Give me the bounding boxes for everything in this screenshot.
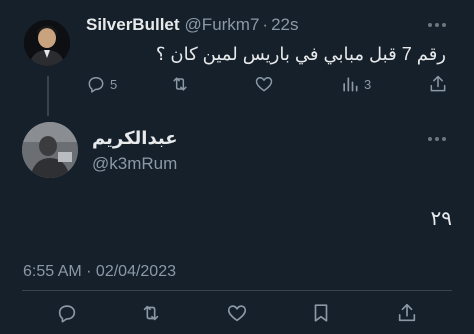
- tweet-text: رقم 7 قبل مبابي في باريس لمين كان ؟: [155, 44, 446, 64]
- views-button[interactable]: 3: [340, 74, 371, 94]
- thread-connector: [47, 76, 49, 116]
- views-count: 3: [364, 76, 372, 92]
- tweet-time[interactable]: 22s: [271, 15, 298, 35]
- like-icon: [255, 77, 273, 92]
- bookmark-button[interactable]: [310, 302, 332, 324]
- reply-text: ٢٩: [430, 208, 452, 230]
- views-icon: [343, 77, 358, 92]
- author-handle[interactable]: @Furkm7: [185, 15, 260, 35]
- share-button[interactable]: [396, 302, 418, 324]
- share-icon: [398, 303, 416, 322]
- tweet-header: SilverBullet @Furkm7 · 22s: [86, 14, 299, 36]
- separator-dot: ·: [262, 15, 269, 34]
- author-display-name[interactable]: SilverBullet: [86, 15, 180, 35]
- share-icon: [430, 75, 446, 92]
- reply-button[interactable]: 5: [86, 74, 117, 94]
- reply-icon: [58, 305, 76, 323]
- like-button[interactable]: [254, 74, 274, 94]
- reply-count: 5: [110, 76, 118, 92]
- reply-author-handle[interactable]: @k3mRum: [92, 154, 177, 174]
- reply-author-display-name[interactable]: عبدالكريم: [92, 128, 178, 149]
- retweet-button[interactable]: [170, 74, 190, 94]
- reply-timestamp[interactable]: 6:55 AM · 02/04/2023: [23, 263, 176, 281]
- divider: [22, 290, 452, 291]
- share-button[interactable]: [428, 74, 448, 94]
- bookmark-icon: [314, 304, 328, 322]
- like-button[interactable]: [226, 302, 248, 324]
- retweet-icon: [143, 305, 159, 321]
- retweet-icon: [173, 77, 187, 91]
- author-avatar[interactable]: [24, 20, 70, 66]
- reply-icon: [88, 77, 104, 93]
- retweet-button[interactable]: [140, 302, 162, 324]
- reply-button[interactable]: [56, 302, 78, 324]
- more-icon[interactable]: [426, 132, 448, 146]
- like-icon: [227, 305, 247, 322]
- more-icon[interactable]: [426, 18, 448, 32]
- reply-author-avatar[interactable]: [22, 122, 78, 178]
